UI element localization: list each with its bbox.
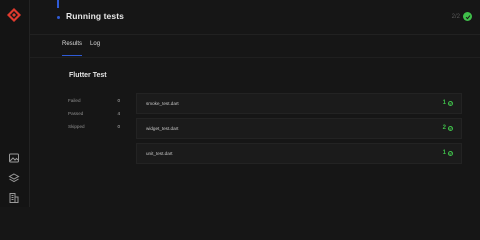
test-file-list: smoke_test.dart 1 widget_test.dart 2 uni… [136, 93, 462, 168]
test-file-name: widget_test.dart [146, 126, 179, 131]
tab-results[interactable]: Results [62, 38, 83, 56]
tab-divider [30, 57, 480, 58]
layers-icon[interactable] [8, 171, 20, 183]
test-file-status: 1 [443, 100, 453, 106]
passed-count: 1 [442, 100, 446, 106]
title-dot [57, 16, 60, 19]
title-bar: Running tests 2/2 [30, 0, 480, 35]
test-file-name: smoke_test.dart [146, 101, 179, 106]
stat-skipped: Skipped 0 [68, 120, 120, 133]
test-file-name: unit_test.dart [146, 151, 173, 156]
test-file-row[interactable]: unit_test.dart 1 [136, 143, 462, 164]
stat-value: 4 [117, 111, 120, 116]
stat-failed: Failed 0 [68, 94, 120, 107]
app-window: Running tests 2/2 Results Log Flutter Te… [0, 0, 480, 207]
stat-label: Passed [68, 111, 84, 116]
run-status: 2/2 [452, 12, 472, 21]
test-file-status: 1 [443, 150, 453, 156]
section-title: Flutter Test [69, 72, 107, 79]
tab-bar: Results Log [62, 38, 100, 58]
tab-log[interactable]: Log [90, 38, 100, 52]
passed-count: 2 [442, 125, 446, 131]
check-circle-icon [448, 100, 453, 106]
stat-passed: Passed 4 [68, 107, 120, 120]
image-icon[interactable] [8, 151, 20, 163]
passed-count: 1 [442, 150, 446, 156]
test-file-status: 2 [443, 125, 453, 131]
stat-label: Skipped [68, 124, 85, 129]
title-accent-bar [57, 0, 59, 8]
stat-value: 0 [117, 124, 120, 129]
check-circle-icon [448, 125, 453, 131]
left-rail [0, 0, 30, 207]
test-summary: Failed 0 Passed 4 Skipped 0 [68, 94, 120, 133]
check-circle-icon [448, 150, 453, 156]
stat-value: 0 [117, 98, 120, 103]
building-icon[interactable] [8, 191, 20, 203]
stat-label: Failed [68, 98, 81, 103]
logo-icon[interactable] [7, 8, 21, 22]
success-check-icon [463, 12, 472, 21]
test-file-row[interactable]: smoke_test.dart 1 [136, 93, 462, 114]
test-file-row[interactable]: widget_test.dart 2 [136, 118, 462, 139]
page-title: Running tests [66, 11, 124, 21]
run-status-count: 2/2 [451, 13, 460, 20]
